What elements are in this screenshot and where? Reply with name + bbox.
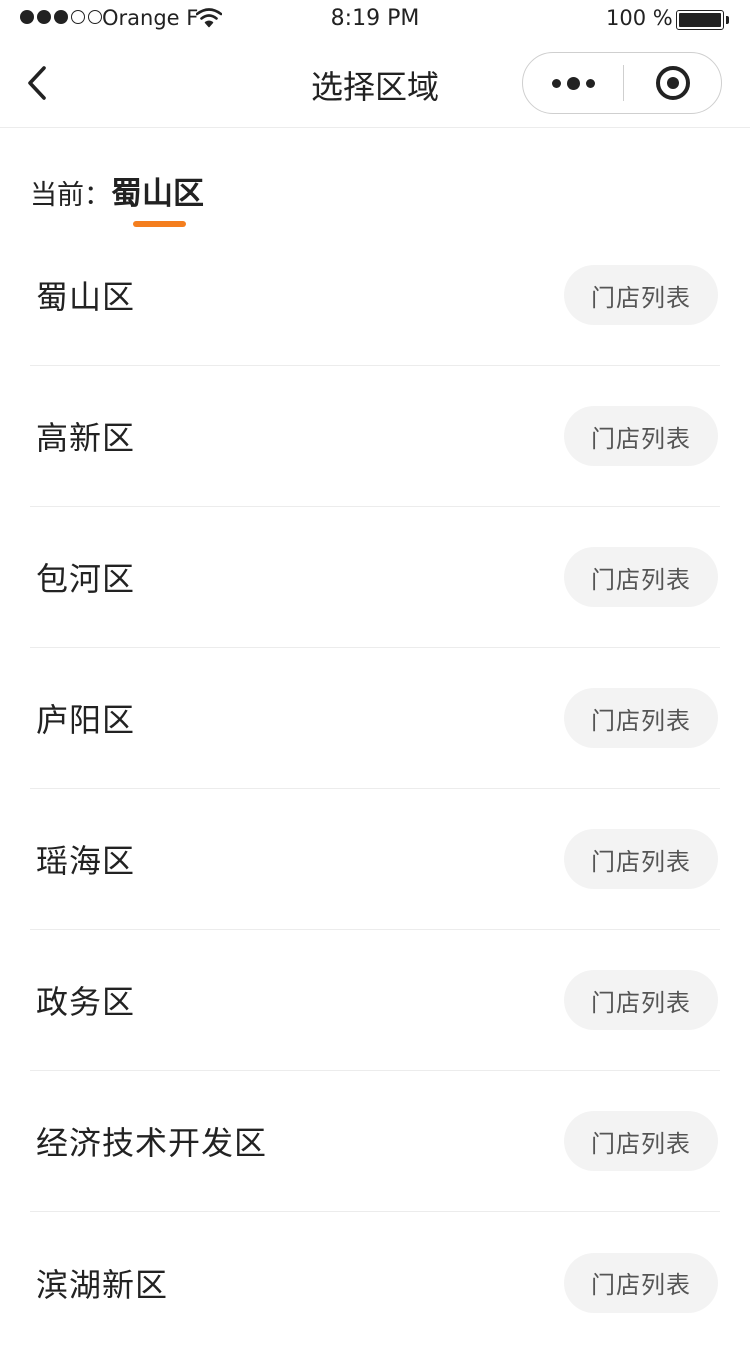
current-value: 蜀山区	[111, 168, 204, 227]
store-list-button[interactable]: 门店列表	[564, 1111, 718, 1171]
list-item[interactable]: 高新区 门店列表	[30, 366, 720, 507]
district-name: 政务区	[36, 983, 136, 1021]
store-list-button[interactable]: 门店列表	[564, 1252, 718, 1313]
district-name: 高新区	[36, 419, 136, 457]
mini-program-capsule	[522, 52, 722, 114]
list-item[interactable]: 经济技术开发区 门店列表	[30, 1071, 720, 1212]
store-list-button[interactable]: 门店列表	[564, 265, 718, 325]
list-item[interactable]: 庐阳区 门店列表	[30, 648, 720, 789]
store-list-button[interactable]: 门店列表	[564, 970, 718, 1030]
store-list-button[interactable]: 门店列表	[564, 547, 718, 607]
more-button[interactable]	[523, 53, 623, 113]
close-mini-program-button[interactable]	[623, 53, 723, 113]
district-name: 蜀山区	[36, 278, 136, 316]
district-name: 瑶海区	[36, 842, 136, 880]
battery-tip	[726, 16, 729, 24]
store-list-button[interactable]: 门店列表	[564, 829, 718, 889]
district-name: 庐阳区	[36, 701, 136, 739]
list-item[interactable]: 蜀山区 门店列表	[30, 225, 720, 366]
list-item[interactable]: 包河区 门店列表	[30, 507, 720, 648]
district-name: 滨湖新区	[36, 1265, 169, 1304]
battery-percentage: 100 %	[606, 6, 673, 30]
target-circle-icon	[656, 66, 690, 100]
list-item[interactable]: 瑶海区 门店列表	[30, 789, 720, 930]
list-item[interactable]: 政务区 门店列表	[30, 930, 720, 1071]
current-district: 当前： 蜀山区	[30, 168, 204, 227]
current-label: 当前：	[30, 180, 111, 211]
battery-icon	[676, 10, 724, 30]
navigation-bar: 选择区域	[0, 40, 750, 128]
list-item[interactable]: 滨湖新区 门店列表	[30, 1212, 720, 1353]
status-bar: Orange F 8:19 PM 100 %	[0, 0, 750, 40]
store-list-button[interactable]: 门店列表	[564, 688, 718, 748]
more-dots-icon	[551, 78, 561, 88]
store-list-button[interactable]: 门店列表	[564, 406, 718, 466]
district-name: 经济技术开发区	[36, 1124, 268, 1162]
district-name: 包河区	[36, 560, 136, 598]
district-list: 蜀山区 门店列表 高新区 门店列表 包河区 门店列表 庐阳区 门店列表 瑶海区 …	[30, 225, 720, 1353]
